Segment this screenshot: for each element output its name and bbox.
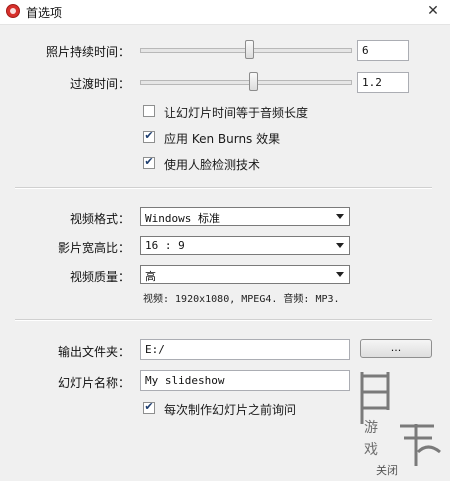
- watermark: 游 戏 关闭: [348, 366, 448, 478]
- dropdown-arrow-icon: [336, 243, 344, 248]
- checkbox-box[interactable]: [143, 105, 155, 117]
- transition-duration-track: [140, 80, 352, 85]
- slide-duration-slider[interactable]: [245, 40, 255, 59]
- app-icon: [6, 4, 20, 18]
- transition-duration-label: 过渡时间：: [69, 77, 130, 91]
- video-format-value: Windows 标准: [145, 212, 220, 225]
- video-quality-label: 视频质量：: [69, 270, 130, 284]
- slideshow-name-input[interactable]: My slideshow: [140, 370, 350, 391]
- transition-duration-input[interactable]: 1.2: [357, 72, 409, 93]
- close-button[interactable]: ✕: [419, 1, 447, 21]
- divider: [15, 319, 432, 321]
- checkbox-label: 使用人脸检测技术: [164, 158, 261, 172]
- output-folder-input[interactable]: E:/: [140, 339, 350, 360]
- aspect-ratio-label: 影片宽高比：: [57, 241, 130, 255]
- aspect-ratio-select[interactable]: 16 : 9: [140, 236, 350, 255]
- video-info-text: 视频: 1920x1080, MPEG4. 音频: MP3.: [143, 294, 340, 305]
- dropdown-arrow-icon: [336, 272, 344, 277]
- checkbox-label: 应用 Ken Burns 效果: [164, 132, 281, 146]
- checkbox-box[interactable]: ✔: [143, 129, 155, 143]
- output-folder-label: 输出文件夹：: [57, 345, 130, 359]
- dropdown-arrow-icon: [336, 214, 344, 219]
- check-icon: ✔: [144, 400, 154, 413]
- slide-duration-label: 照片持续时间：: [45, 45, 130, 59]
- slideshow-name-label: 幻灯片名称：: [57, 376, 130, 390]
- divider: [15, 187, 432, 189]
- aspect-ratio-value: 16 : 9: [145, 239, 185, 252]
- watermark-close-text: 关闭: [376, 463, 398, 477]
- slide-duration-input[interactable]: 6: [357, 40, 409, 61]
- checkbox-label: 让幻灯片时间等于音频长度: [164, 106, 309, 120]
- checkbox-box[interactable]: ✔: [143, 155, 155, 169]
- watermark-logo-icon: 游 戏 关闭: [360, 372, 441, 477]
- video-quality-select[interactable]: 高: [140, 265, 350, 284]
- check-icon: ✔: [144, 129, 154, 142]
- transition-duration-slider[interactable]: [249, 72, 259, 91]
- window-title: 首选项: [26, 6, 63, 20]
- video-quality-value: 高: [145, 270, 156, 283]
- video-format-select[interactable]: Windows 标准: [140, 207, 350, 226]
- checkbox-label: 每次制作幻灯片之前询问: [164, 403, 297, 417]
- video-format-label: 视频格式：: [69, 212, 130, 226]
- watermark-char-1: 游: [364, 420, 378, 436]
- browse-button[interactable]: ...: [360, 339, 432, 358]
- check-icon: ✔: [144, 155, 154, 168]
- checkbox-box[interactable]: ✔: [143, 400, 155, 414]
- title-bar: 首选项 ✕: [0, 0, 450, 25]
- watermark-char-2: 戏: [364, 442, 378, 458]
